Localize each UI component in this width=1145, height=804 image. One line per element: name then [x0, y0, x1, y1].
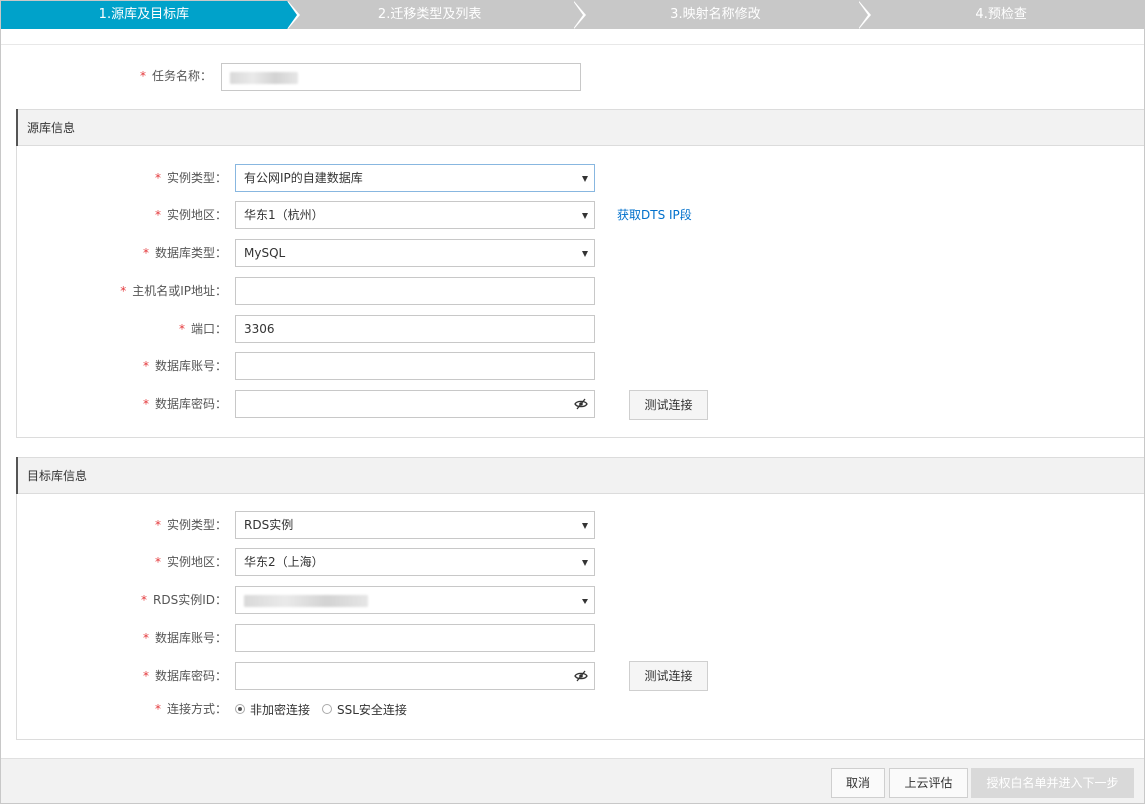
target-section-title: 目标库信息: [16, 457, 1144, 494]
step-2: 2.迁移类型及列表: [286, 1, 586, 29]
source-password-input[interactable]: [235, 390, 595, 418]
chevron-down-icon: [582, 213, 588, 219]
source-instance-type-select[interactable]: 有公网IP的自建数据库: [235, 164, 595, 192]
cloud-evaluate-button[interactable]: 上云评估: [889, 768, 968, 798]
step-3-label: 3.映射名称修改: [670, 7, 761, 22]
task-name-label: * 任务名称：: [139, 69, 212, 83]
required-mark: *: [139, 69, 146, 83]
step-4: 4.预检查: [858, 1, 1144, 29]
chevron-down-icon: [582, 251, 588, 257]
step-1: 1.源库及目标库: [1, 1, 300, 29]
source-port-input[interactable]: 3306: [235, 315, 595, 343]
target-account-label: * 数据库账号：: [142, 631, 227, 645]
chevron-down-icon: [582, 599, 588, 604]
target-rds-id-label: * RDS实例ID：: [141, 593, 227, 607]
cancel-button[interactable]: 取消: [831, 768, 885, 798]
source-region-select[interactable]: 华东1（杭州）: [235, 201, 595, 229]
target-account-input[interactable]: [235, 624, 595, 652]
source-region-label: * 实例地区：: [154, 208, 227, 222]
target-region-select[interactable]: 华东2（上海）: [235, 548, 595, 576]
authorize-whitelist-next-button[interactable]: 授权白名单并进入下一步: [971, 768, 1134, 798]
chevron-down-icon: [582, 176, 588, 182]
get-dts-ip-link[interactable]: 获取DTS IP段: [617, 201, 692, 229]
radio-button[interactable]: [322, 704, 333, 714]
source-port-label: * 端口：: [178, 322, 227, 336]
source-host-input[interactable]: [235, 277, 595, 305]
task-name-redacted: [230, 71, 298, 84]
task-name-input[interactable]: [221, 63, 581, 91]
source-password-label: * 数据库密码：: [142, 397, 227, 411]
target-instance-type-select[interactable]: RDS实例: [235, 511, 595, 539]
source-account-label: * 数据库账号：: [142, 359, 227, 373]
connection-method-group: 非加密连接 SSL安全连接: [235, 695, 419, 723]
target-rds-id-select[interactable]: [235, 586, 595, 614]
radio-ssl[interactable]: SSL安全连接: [322, 701, 407, 718]
chevron-down-icon: [582, 560, 588, 566]
rds-id-redacted: [244, 594, 368, 607]
chevron-down-icon: [582, 523, 588, 529]
wizard-steps: 1.源库及目标库 2.迁移类型及列表 3.映射名称修改 4.预检查: [1, 1, 1144, 29]
step-2-label: 2.迁移类型及列表: [377, 7, 482, 22]
eye-slash-icon[interactable]: [574, 670, 588, 682]
source-section: 源库信息: [16, 109, 1144, 438]
target-password-input[interactable]: [235, 662, 595, 690]
steps-divider: [1, 44, 1144, 45]
target-instance-type-label: * 实例类型：: [154, 518, 227, 532]
source-test-connection-button[interactable]: 测试连接: [629, 390, 708, 420]
step-1-label: 1.源库及目标库: [98, 7, 190, 22]
step-3: 3.映射名称修改: [572, 1, 872, 29]
target-test-connection-button[interactable]: 测试连接: [629, 661, 708, 691]
source-instance-type-label: * 实例类型：: [154, 171, 227, 185]
step-4-label: 4.预检查: [975, 7, 1027, 22]
target-connection-label: * 连接方式：: [154, 702, 227, 716]
radio-non-encrypted[interactable]: 非加密连接: [235, 701, 310, 718]
radio-button[interactable]: [235, 704, 245, 714]
source-db-type-select[interactable]: MySQL: [235, 239, 595, 267]
source-db-type-label: * 数据库类型：: [142, 246, 227, 260]
source-section-title: 源库信息: [16, 109, 1144, 146]
source-host-label: * 主机名或IP地址：: [120, 284, 227, 298]
target-password-label: * 数据库密码：: [142, 669, 227, 683]
eye-slash-icon[interactable]: [574, 398, 588, 410]
target-region-label: * 实例地区：: [154, 555, 227, 569]
source-account-input[interactable]: [235, 352, 595, 380]
